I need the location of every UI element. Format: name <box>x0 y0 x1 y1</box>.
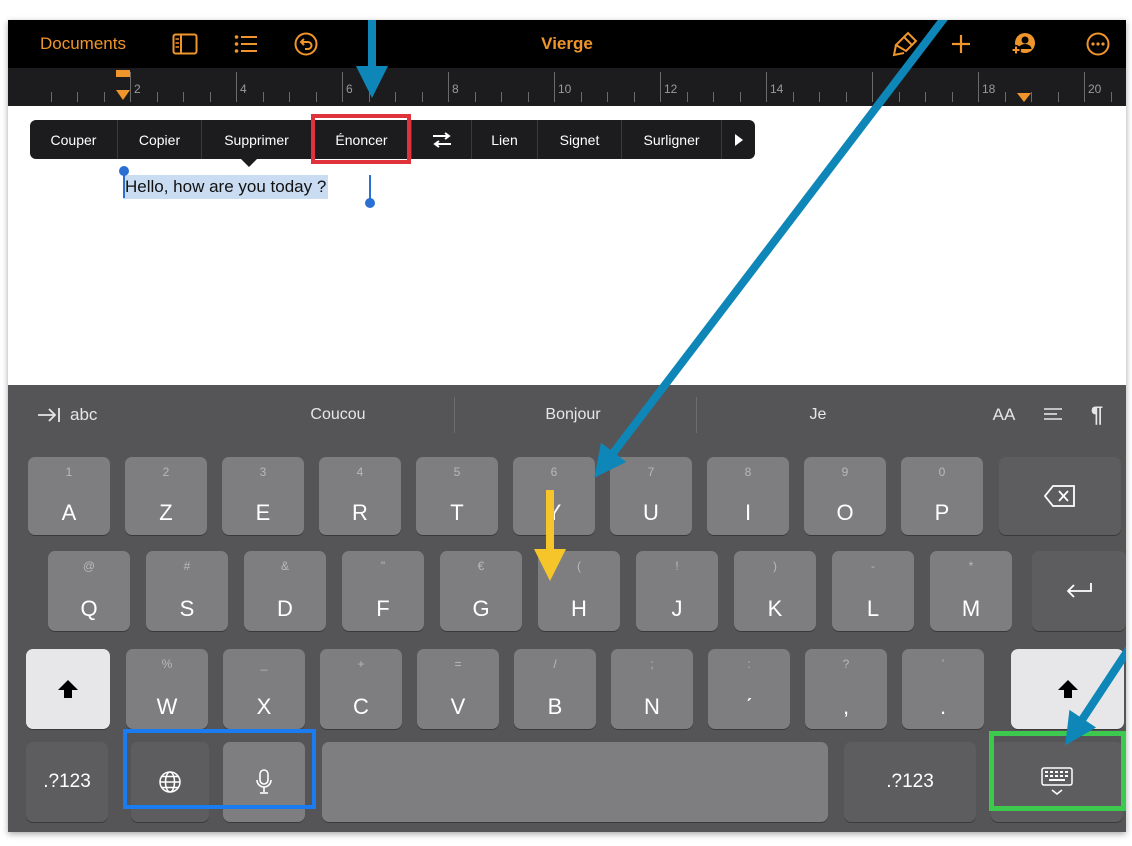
arrow-to-dismiss-keyboard <box>1065 645 1126 746</box>
arrow-to-y-key <box>594 20 948 478</box>
annotation-overlay <box>356 20 1126 746</box>
app-window: Documents Vierge 24681012141820 <box>8 20 1126 832</box>
